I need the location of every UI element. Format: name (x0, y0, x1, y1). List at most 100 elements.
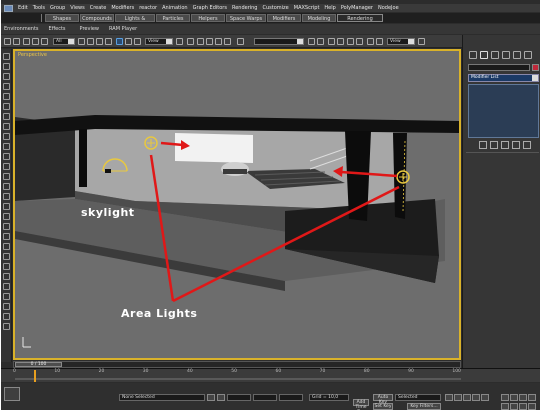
bind-space-warp-icon[interactable] (41, 38, 48, 45)
percent-snap-icon[interactable] (215, 38, 222, 45)
render-setup-icon[interactable] (367, 38, 374, 45)
mirror-icon[interactable] (308, 38, 315, 45)
select-rotate-icon[interactable] (125, 38, 132, 45)
environments-button[interactable]: Environments (4, 26, 39, 32)
tab-rendering[interactable]: Rendering (337, 14, 383, 22)
quick-render-icon[interactable] (418, 38, 425, 45)
current-frame-marker[interactable] (34, 370, 36, 382)
menu-views[interactable]: Views (70, 5, 84, 11)
strip-tool-7-icon[interactable] (3, 113, 10, 120)
add-time-tag-button[interactable]: Add Time Tag (353, 399, 369, 410)
select-scale-icon[interactable] (134, 38, 141, 45)
tab-modifiers[interactable]: Modifiers (267, 14, 301, 22)
reference-coordinate-dropdown[interactable]: View (145, 38, 173, 45)
show-end-result-icon[interactable] (490, 141, 498, 149)
time-slider[interactable]: 0 / 100 (15, 362, 62, 367)
zoom-region-icon[interactable] (501, 403, 509, 410)
track-bar[interactable]: 0 10 20 30 40 50 60 70 80 90 100 (1, 368, 540, 382)
next-frame-icon[interactable] (472, 394, 480, 401)
app-logo-icon[interactable] (4, 4, 13, 12)
layer-manager-icon[interactable] (328, 38, 335, 45)
menu-create[interactable]: Create (90, 5, 107, 11)
strip-tool-12-icon[interactable] (3, 163, 10, 170)
strip-tool-8-icon[interactable] (3, 123, 10, 130)
select-manipulate-icon[interactable] (187, 38, 194, 45)
rectangular-selection-icon[interactable] (96, 38, 103, 45)
strip-tool-25-icon[interactable] (3, 293, 10, 300)
strip-tool-13-icon[interactable] (3, 173, 10, 180)
tab-lights-cameras[interactable]: Lights & Cameras (115, 14, 155, 30)
effects-button[interactable]: Effects (49, 26, 66, 32)
tab-space-warps[interactable]: Space Warps (226, 14, 266, 22)
menu-maxscript[interactable]: MAXScript (294, 5, 320, 11)
utilities-panel-icon[interactable] (524, 51, 532, 59)
menu-modifiers[interactable]: Modifiers (111, 5, 134, 11)
strip-tool-23-icon[interactable] (3, 273, 10, 280)
tab-shapes[interactable]: Shapes (45, 14, 79, 22)
remove-modifier-icon[interactable] (512, 141, 520, 149)
undo-icon[interactable] (4, 38, 11, 45)
strip-tool-11-icon[interactable] (3, 153, 10, 160)
menu-rendering[interactable]: Rendering (232, 5, 258, 11)
angle-snap-icon[interactable] (206, 38, 213, 45)
schematic-view-icon[interactable] (347, 38, 354, 45)
field-of-view-icon[interactable] (510, 403, 518, 410)
select-object-icon[interactable] (78, 38, 85, 45)
tab-particles[interactable]: Particles (156, 14, 190, 22)
strip-tool-14-icon[interactable] (3, 183, 10, 190)
tab-helpers[interactable]: Helpers (191, 14, 225, 22)
menu-reactor[interactable]: reactor (139, 5, 157, 11)
strip-tool-6-icon[interactable] (3, 103, 10, 110)
key-mode-dropdown[interactable]: Selected (395, 394, 441, 401)
align-icon[interactable] (317, 38, 324, 45)
strip-tool-28-icon[interactable] (3, 323, 10, 330)
pan-view-icon[interactable] (519, 394, 527, 401)
orbit-icon[interactable] (528, 394, 536, 401)
absolute-mode-icon[interactable] (217, 394, 225, 401)
maxscript-listener-icon[interactable] (4, 387, 20, 401)
walkthrough-icon[interactable] (519, 403, 527, 410)
menu-customize[interactable]: Customize (263, 5, 289, 11)
set-key-button[interactable]: Set Key (373, 403, 393, 410)
display-panel-icon[interactable] (513, 51, 521, 59)
render-view-dropdown[interactable]: View (387, 38, 415, 45)
strip-tool-2-icon[interactable] (3, 63, 10, 70)
ram-player-button[interactable]: RAM Player (109, 26, 137, 32)
go-to-start-icon[interactable] (445, 394, 453, 401)
selection-filter-dropdown[interactable]: All (53, 38, 75, 45)
strip-tool-10-icon[interactable] (3, 143, 10, 150)
modifier-stack[interactable] (468, 84, 539, 138)
material-editor-icon[interactable] (356, 38, 363, 45)
menu-polymanager[interactable]: PolyManager (341, 5, 373, 11)
strip-tool-20-icon[interactable] (3, 243, 10, 250)
strip-tool-9-icon[interactable] (3, 133, 10, 140)
menu-help[interactable]: Help (324, 5, 335, 11)
configure-modifier-sets-icon[interactable] (523, 141, 531, 149)
previous-frame-icon[interactable] (454, 394, 462, 401)
strip-tool-21-icon[interactable] (3, 253, 10, 260)
edit-named-selection-icon[interactable] (237, 38, 244, 45)
menu-edit[interactable]: Edit (18, 5, 28, 11)
menu-group[interactable]: Group (50, 5, 65, 11)
select-link-icon[interactable] (23, 38, 30, 45)
snaps-toggle-icon[interactable] (197, 38, 204, 45)
maximize-viewport-icon[interactable] (528, 403, 536, 410)
go-to-end-icon[interactable] (481, 394, 489, 401)
strip-tool-22-icon[interactable] (3, 263, 10, 270)
rendered-frame-window-icon[interactable] (376, 38, 383, 45)
strip-tool-26-icon[interactable] (3, 303, 10, 310)
strip-tool-17-icon[interactable] (3, 213, 10, 220)
viewport-label[interactable]: Perspective (18, 52, 47, 58)
curve-editor-icon[interactable] (337, 38, 344, 45)
strip-tool-3-icon[interactable] (3, 73, 10, 80)
strip-tool-24-icon[interactable] (3, 283, 10, 290)
menu-nodejoe[interactable]: NodeJoe (378, 5, 399, 11)
strip-tool-16-icon[interactable] (3, 203, 10, 210)
lock-selection-icon[interactable] (207, 394, 215, 401)
window-crossing-icon[interactable] (105, 38, 112, 45)
strip-tool-4-icon[interactable] (3, 83, 10, 90)
pivot-center-icon[interactable] (176, 38, 183, 45)
z-coordinate-field[interactable] (279, 394, 303, 401)
strip-tool-5-icon[interactable] (3, 93, 10, 100)
modifier-list-dropdown[interactable]: Modifier List (468, 74, 539, 82)
